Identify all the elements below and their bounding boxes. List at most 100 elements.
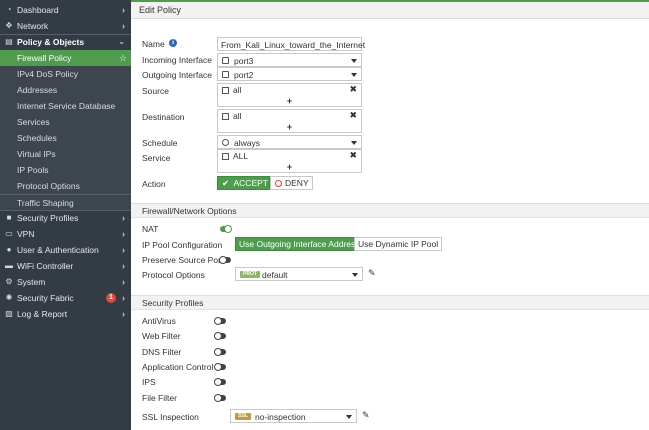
source-field: all ✖ + xyxy=(217,83,362,107)
use-dynamic-ip-pool-button[interactable]: Use Dynamic IP Pool xyxy=(354,237,443,251)
chevron-down-icon: ⌄ xyxy=(118,37,125,46)
sidebar-item-network[interactable]: ✥ Network › xyxy=(0,18,131,34)
protocol-options-label: Protocol Options xyxy=(142,270,205,280)
address-icon xyxy=(222,113,229,120)
port-icon xyxy=(222,71,229,78)
outgoing-interface-select[interactable]: port2 xyxy=(217,67,362,81)
ips-toggle[interactable] xyxy=(214,378,226,386)
antivirus-toggle[interactable] xyxy=(214,317,226,325)
dropdown-arrow-icon xyxy=(351,59,357,63)
clock-icon xyxy=(222,139,229,146)
preserve-source-port-toggle[interactable] xyxy=(219,256,231,264)
sidebar-item-internet-service-database[interactable]: Internet Service Database xyxy=(0,98,131,114)
sidebar-item-ipv4-dos-policy[interactable]: IPv4 DoS Policy xyxy=(0,66,131,82)
service-entry[interactable]: ALL ✖ xyxy=(218,150,361,162)
wifi-icon: ▬ xyxy=(5,261,13,270)
sidebar-item-protocol-options[interactable]: Protocol Options xyxy=(0,178,131,194)
sidebar-item-traffic-shaping[interactable]: Traffic Shaping xyxy=(0,195,131,211)
chevron-right-icon: › xyxy=(122,245,125,255)
sidebar-item-vpn[interactable]: ▭ VPN › xyxy=(0,226,131,242)
use-outgoing-interface-button[interactable]: Use Outgoing Interface Address xyxy=(235,237,364,251)
sidebar-item-log-report[interactable]: ▨ Log & Report › xyxy=(0,306,131,322)
chevron-right-icon: › xyxy=(122,261,125,271)
star-icon[interactable]: ☆ xyxy=(119,50,127,66)
dns-filter-toggle[interactable] xyxy=(214,348,226,356)
sidebar-item-ip-pools[interactable]: IP Pools xyxy=(0,162,131,178)
chevron-right-icon: › xyxy=(122,293,125,303)
dropdown-arrow-icon xyxy=(351,73,357,77)
chart-icon: ▨ xyxy=(5,309,13,318)
deny-button[interactable]: DENY xyxy=(270,176,313,190)
source-entry[interactable]: all ✖ xyxy=(218,84,361,96)
fabric-icon: ✺ xyxy=(5,293,13,302)
edit-pencil-icon[interactable]: ✎ xyxy=(362,410,370,421)
page-header: Edit Policy xyxy=(131,2,649,19)
application-control-toggle[interactable] xyxy=(214,363,226,371)
info-icon[interactable]: i xyxy=(169,39,177,47)
add-destination-button[interactable]: + xyxy=(218,122,361,132)
schedule-select[interactable]: always xyxy=(217,135,362,149)
sidebar-item-firewall-policy[interactable]: Firewall Policy ☆ xyxy=(0,50,131,66)
dropdown-arrow-icon xyxy=(346,415,352,419)
dropdown-arrow-icon xyxy=(351,141,357,145)
service-field: ALL ✖ + xyxy=(217,149,362,173)
outgoing-interface-label: Outgoing Interface xyxy=(142,70,212,80)
service-label: Service xyxy=(142,153,171,163)
remove-icon[interactable]: ✖ xyxy=(349,110,357,121)
schedule-label: Schedule xyxy=(142,138,178,148)
dropdown-arrow-icon xyxy=(352,273,358,277)
address-icon xyxy=(222,87,229,94)
sidebar-item-services[interactable]: Services xyxy=(0,114,131,130)
remove-icon[interactable]: ✖ xyxy=(349,84,357,95)
accept-button[interactable]: ✔ ACCEPT xyxy=(217,176,270,190)
prot-tag: PROT xyxy=(240,271,260,278)
preserve-source-port-label: Preserve Source Port xyxy=(142,255,224,265)
file-filter-toggle[interactable] xyxy=(214,394,226,402)
source-label: Source xyxy=(142,86,169,96)
nat-label: NAT xyxy=(142,224,159,234)
web-filter-toggle[interactable] xyxy=(214,332,226,340)
ssl-inspection-select[interactable]: SSL no-inspection xyxy=(230,409,357,423)
port-icon xyxy=(222,57,229,64)
dashboard-icon: ◔ xyxy=(6,5,12,14)
service-icon xyxy=(222,153,229,160)
add-source-button[interactable]: + xyxy=(218,96,361,106)
sidebar-item-dashboard[interactable]: ◔ Dashboard › xyxy=(0,2,131,18)
edit-pencil-icon[interactable]: ✎ xyxy=(368,268,376,279)
sidebar-item-policy-objects[interactable]: ▤ Policy & Objects ⌄ xyxy=(0,34,131,50)
vpn-icon: ▭ xyxy=(5,229,13,238)
chevron-right-icon: › xyxy=(122,21,125,31)
nat-toggle[interactable] xyxy=(220,225,232,233)
sidebar-item-schedules[interactable]: Schedules xyxy=(0,130,131,146)
sidebar-item-security-profiles[interactable]: ■ Security Profiles › xyxy=(0,210,131,226)
user-icon: ● xyxy=(6,245,12,254)
security-profiles-section-header: Security Profiles xyxy=(131,295,649,310)
sidebar-item-security-fabric[interactable]: ✺ Security Fabric 1 › xyxy=(0,290,131,306)
policy-icon: ▤ xyxy=(5,37,13,46)
action-label: Action xyxy=(142,179,166,189)
antivirus-label: AntiVirus xyxy=(142,316,176,326)
name-field[interactable]: From_Kali_Linux_toward_the_Internet xyxy=(217,37,365,51)
sidebar-item-addresses[interactable]: Addresses xyxy=(0,82,131,98)
destination-entry[interactable]: all ✖ xyxy=(218,110,361,122)
sidebar-item-system[interactable]: ⚙ System › xyxy=(0,274,131,290)
web-filter-label: Web Filter xyxy=(142,331,181,341)
sidebar-item-virtual-ips[interactable]: Virtual IPs xyxy=(0,146,131,162)
sidebar-item-wifi-controller[interactable]: ▬ WiFi Controller › xyxy=(0,258,131,274)
sidebar: ◔ Dashboard › ✥ Network › ▤ Policy & Obj… xyxy=(0,0,131,430)
sidebar-item-user-authentication[interactable]: ● User & Authentication › xyxy=(0,242,131,258)
file-filter-label: File Filter xyxy=(142,393,177,403)
remove-icon[interactable]: ✖ xyxy=(349,150,357,161)
add-service-button[interactable]: + xyxy=(218,162,361,172)
notification-badge: 1 xyxy=(106,293,116,303)
chevron-right-icon: › xyxy=(122,213,125,223)
check-icon: ✔ xyxy=(222,178,230,188)
main-panel: Edit Policy Name i From_Kali_Linux_towar… xyxy=(131,0,649,430)
chevron-right-icon: › xyxy=(122,277,125,287)
protocol-options-select[interactable]: PROT default xyxy=(235,267,363,281)
chevron-right-icon: › xyxy=(122,309,125,319)
ssl-tag: SSL xyxy=(235,413,251,420)
incoming-interface-select[interactable]: port3 xyxy=(217,53,362,67)
name-label: Name xyxy=(142,39,165,49)
ssl-inspection-label: SSL Inspection xyxy=(142,412,199,422)
